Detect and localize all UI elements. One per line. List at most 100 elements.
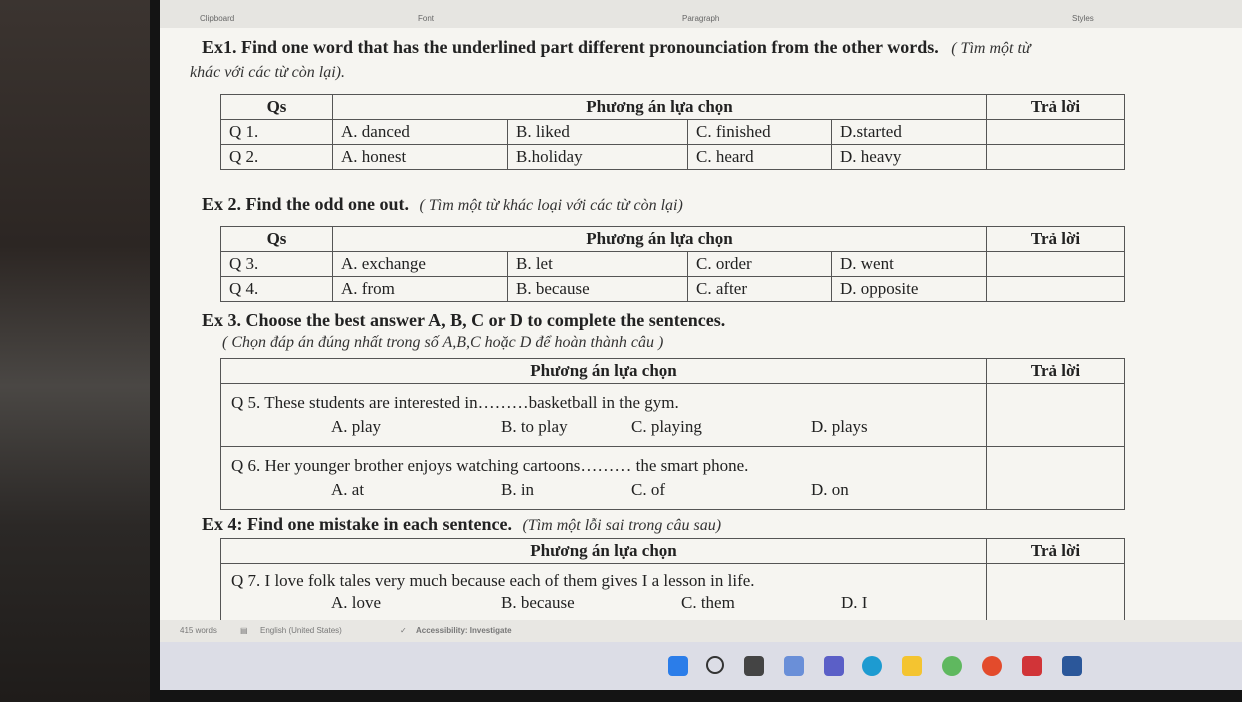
edge-icon[interactable] [862,656,882,676]
answer-cell[interactable] [986,563,1125,621]
accessibility-status[interactable]: Accessibility: Investigate [416,626,512,635]
table-row: Q 5. These students are interested in………… [220,383,1125,447]
option-b: B. because [501,593,575,612]
word-count[interactable]: 415 words [180,626,217,635]
document-page[interactable]: Ex1. Find one word that has the underlin… [160,28,1242,621]
col-header-qs: Qs [220,226,333,252]
document-icon: ▤ [240,626,248,635]
file-explorer-icon[interactable] [902,656,922,676]
question-number: Q 3. [220,251,333,277]
option-c: C. after [687,276,832,302]
answer-cell[interactable] [986,144,1125,170]
answer-cell[interactable] [986,119,1125,145]
option-a: A. exchange [332,251,508,277]
accessibility-icon: ✓ [400,626,407,635]
question-text: Q 7. I love folk tales very much because… [231,571,755,590]
question-number: Q 2. [220,144,333,170]
answer-cell[interactable] [986,276,1125,302]
answer-cell[interactable] [986,446,1125,510]
ex3-vi: ( Chọn đáp án đúng nhất trong số A,B,C h… [222,334,664,351]
ex2-heading: Ex 2. Find the odd one out. ( Tìm một từ… [202,194,683,214]
ribbon: Clipboard Font Paragraph Styles [160,0,1242,29]
ribbon-group-paragraph[interactable]: Paragraph [682,14,719,23]
option-c: C. finished [687,119,832,145]
option-d: D. on [811,480,849,499]
table-row: Q 6. Her younger brother enjoys watching… [220,446,1125,510]
widgets-icon[interactable] [784,656,804,676]
option-a: A. from [332,276,508,302]
answer-cell[interactable] [986,251,1125,277]
option-b: B. liked [507,119,688,145]
question-number: Q 1. [220,119,333,145]
question-cell: Q 7. I love folk tales very much because… [220,563,987,621]
table-ex3: Phương án lựa chọn Trả lời Q 5. These st… [220,358,1125,510]
option-a: A. at [331,480,365,499]
table-row: Q 3. A. exchange B. let C. order D. went [220,251,1125,277]
chrome-icon[interactable] [982,656,1002,676]
option-a: A. love [331,593,382,612]
word-icon[interactable] [1062,656,1082,676]
option-d: D. I [841,593,868,612]
option-b: B. because [507,276,688,302]
table-row: Q 1. A. danced B. liked C. finished D.st… [220,119,1125,145]
table-row: Q 2. A. honest B.holiday C. heard D. hea… [220,144,1125,170]
col-header-answer: Trả lời [986,94,1125,120]
col-header-options: Phương án lựa chọn [220,358,987,384]
ex3-heading: Ex 3. Choose the best answer A, B, C or … [202,310,726,330]
table-ex4: Phương án lựa chọn Trả lời Q 7. I love f… [220,538,1125,621]
taskbar [160,642,1242,690]
option-d: D. went [831,251,987,277]
ex1-vi-part2: khác với các từ còn lại). [190,64,345,81]
col-header-answer: Trả lời [986,226,1125,252]
word-window: Clipboard Font Paragraph Styles Ex1. Fin… [160,0,1242,690]
col-header-answer: Trả lời [986,358,1125,384]
ex2-vi: ( Tìm một từ khác loại với các từ còn lạ… [419,197,683,214]
question-number: Q 4. [220,276,333,302]
option-c: C. heard [687,144,832,170]
app-icon-2[interactable] [1022,656,1042,676]
ribbon-group-clipboard[interactable]: Clipboard [200,14,234,23]
ribbon-group-font[interactable]: Font [418,14,434,23]
option-b: B. let [507,251,688,277]
ex1-vi-part1: ( Tìm một từ [951,40,1031,57]
question-cell: Q 6. Her younger brother enjoys watching… [220,446,987,510]
ribbon-group-styles[interactable]: Styles [1072,14,1094,23]
chat-icon[interactable] [824,656,844,676]
app-icon[interactable] [942,656,962,676]
table-ex2: Qs Phương án lựa chọn Trả lời Q 3. A. ex… [220,226,1125,302]
option-a: A. danced [332,119,508,145]
table-row: Q 7. I love folk tales very much because… [220,563,1125,621]
ex4-heading: Ex 4: Find one mistake in each sentence.… [202,514,722,534]
option-b: B. to play [501,417,568,436]
table-row: Q 4. A. from B. because C. after D. oppo… [220,276,1125,302]
col-header-options: Phương án lựa chọn [332,94,987,120]
start-icon[interactable] [668,656,688,676]
question-text: Q 5. These students are interested in………… [231,393,679,412]
option-d: D.started [831,119,987,145]
ex4-vi: (Tìm một lỗi sai trong câu sau) [522,517,722,534]
status-bar: 415 words ▤ English (United States) ✓ Ac… [160,620,1242,642]
option-c: C. them [681,593,735,612]
question-cell: Q 5. These students are interested in………… [220,383,987,447]
answer-cell[interactable] [986,383,1125,447]
option-c: C. playing [631,417,702,436]
option-a: A. play [331,417,382,436]
option-d: D. plays [811,417,868,436]
option-a: A. honest [332,144,508,170]
option-d: D. opposite [831,276,987,302]
option-c: C. of [631,480,665,499]
col-header-options: Phương án lựa chọn [332,226,987,252]
search-icon[interactable] [706,656,724,674]
option-b: B. in [501,480,535,499]
col-header-qs: Qs [220,94,333,120]
col-header-answer: Trả lời [986,538,1125,564]
option-b: B.holiday [507,144,688,170]
option-c: C. order [687,251,832,277]
table-ex1: Qs Phương án lựa chọn Trả lời Q 1. A. da… [220,94,1125,170]
col-header-options: Phương án lựa chọn [220,538,987,564]
task-view-icon[interactable] [744,656,764,676]
option-d: D. heavy [831,144,987,170]
language-status[interactable]: English (United States) [260,626,342,635]
ex1-heading: Ex1. Find one word that has the underlin… [202,37,1031,57]
question-text: Q 6. Her younger brother enjoys watching… [231,456,749,475]
